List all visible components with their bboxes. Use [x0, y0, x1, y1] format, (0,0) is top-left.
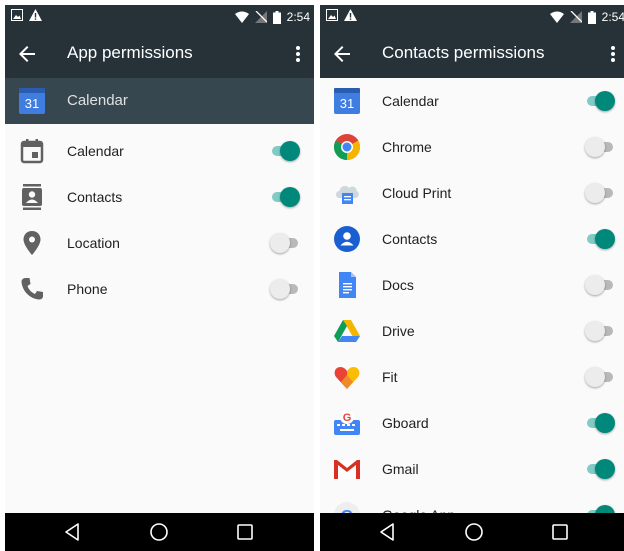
calendar-app-icon: 31: [19, 88, 45, 114]
back-nav-icon[interactable]: [378, 522, 398, 542]
svg-text:G: G: [343, 412, 352, 424]
phone-icon: [21, 278, 43, 300]
svg-text:31: 31: [340, 96, 354, 111]
app-bar: App permissions: [5, 29, 314, 78]
app-permission-toggle[interactable]: [585, 229, 615, 249]
warning-icon: [344, 9, 357, 21]
back-arrow-icon[interactable]: [330, 42, 354, 66]
app-label: Gmail: [382, 461, 419, 477]
no-signal-icon: [569, 11, 582, 23]
app-row-docs[interactable]: Docs: [320, 262, 624, 308]
permission-toggle[interactable]: [270, 141, 300, 161]
app-permission-toggle[interactable]: [585, 137, 615, 157]
permission-row-contacts[interactable]: Contacts: [5, 174, 314, 220]
permission-label: Phone: [67, 281, 108, 297]
permission-row-location[interactable]: Location: [5, 220, 314, 266]
app-label: Contacts: [382, 231, 438, 247]
app-label: Calendar: [382, 93, 439, 109]
wifi-icon: [549, 11, 564, 23]
page-title: App permissions: [67, 43, 193, 62]
contacts-app-icon: [334, 226, 360, 252]
home-nav-icon[interactable]: [149, 522, 169, 542]
app-permission-toggle[interactable]: [585, 321, 615, 341]
permission-toggle[interactable]: [270, 187, 300, 207]
permission-label: Calendar: [67, 143, 124, 159]
app-permission-toggle[interactable]: [585, 367, 615, 387]
app-label: Fit: [382, 369, 398, 385]
app-row-calendar[interactable]: 31 Calendar: [320, 78, 624, 124]
docs-icon: [339, 272, 356, 298]
app-row-gmail[interactable]: Gmail: [320, 446, 624, 492]
chrome-icon: [334, 134, 360, 160]
app-row-contacts[interactable]: Contacts: [320, 216, 624, 262]
app-name: Calendar: [67, 92, 128, 109]
contacts-icon: [22, 184, 42, 210]
location-icon: [23, 231, 41, 255]
fit-icon: [334, 367, 360, 389]
app-label: Gboard: [382, 415, 429, 431]
calendar-app-icon: 31: [334, 88, 360, 114]
cloud-print-icon: [336, 185, 359, 204]
svg-text:31: 31: [25, 96, 39, 111]
status-time: 2:54: [286, 10, 310, 24]
battery-icon: [587, 10, 596, 24]
status-bar: 2:54: [5, 5, 314, 29]
back-arrow-icon[interactable]: [15, 42, 39, 66]
app-permissions-screen: 2:54 App permissions 31 Calendar Calenda…: [5, 5, 314, 551]
status-bar: 2:54: [320, 5, 624, 29]
permission-toggle[interactable]: [270, 279, 300, 299]
gboard-icon: G: [334, 410, 360, 435]
wifi-icon: [234, 11, 249, 23]
recents-nav-icon[interactable]: [235, 522, 255, 542]
back-nav-icon[interactable]: [63, 522, 83, 542]
app-permission-toggle[interactable]: [585, 183, 615, 203]
app-row-gboard[interactable]: G Gboard: [320, 400, 624, 446]
drive-icon: [334, 320, 360, 342]
navigation-bar: [320, 513, 624, 551]
app-label: Docs: [382, 277, 414, 293]
app-row-cloud-print[interactable]: Cloud Print: [320, 170, 624, 216]
permission-row-calendar[interactable]: Calendar: [5, 128, 314, 174]
overflow-menu-icon[interactable]: [603, 42, 623, 66]
permission-label: Location: [67, 235, 120, 251]
navigation-bar: [5, 513, 314, 551]
warning-icon: [29, 9, 42, 21]
gmail-icon: [334, 460, 360, 479]
app-row-chrome[interactable]: Chrome: [320, 124, 624, 170]
image-notification-icon: [11, 9, 23, 21]
permission-label: Contacts: [67, 189, 123, 205]
app-label: Cloud Print: [382, 185, 452, 201]
page-title: Contacts permissions: [382, 43, 545, 62]
app-label: Chrome: [382, 139, 432, 155]
app-permission-toggle[interactable]: [585, 459, 615, 479]
app-row-drive[interactable]: Drive: [320, 308, 624, 354]
app-permission-toggle[interactable]: [585, 275, 615, 295]
no-signal-icon: [254, 11, 267, 23]
recents-nav-icon[interactable]: [550, 522, 570, 542]
image-notification-icon: [326, 9, 338, 21]
app-header: 31 Calendar: [5, 78, 314, 124]
app-label: Drive: [382, 323, 415, 339]
app-bar: Contacts permissions: [320, 29, 624, 78]
battery-icon: [272, 10, 281, 24]
app-permission-toggle[interactable]: [585, 413, 615, 433]
app-permission-toggle[interactable]: [585, 91, 615, 111]
permission-row-phone[interactable]: Phone: [5, 266, 314, 312]
contacts-permissions-screen: 2:54 Contacts permissions 31 Calendar Ch…: [320, 5, 624, 551]
overflow-menu-icon[interactable]: [288, 42, 308, 66]
permission-toggle[interactable]: [270, 233, 300, 253]
status-time: 2:54: [601, 10, 624, 24]
app-row-fit[interactable]: Fit: [320, 354, 624, 400]
calendar-icon: [20, 139, 44, 164]
home-nav-icon[interactable]: [464, 522, 484, 542]
